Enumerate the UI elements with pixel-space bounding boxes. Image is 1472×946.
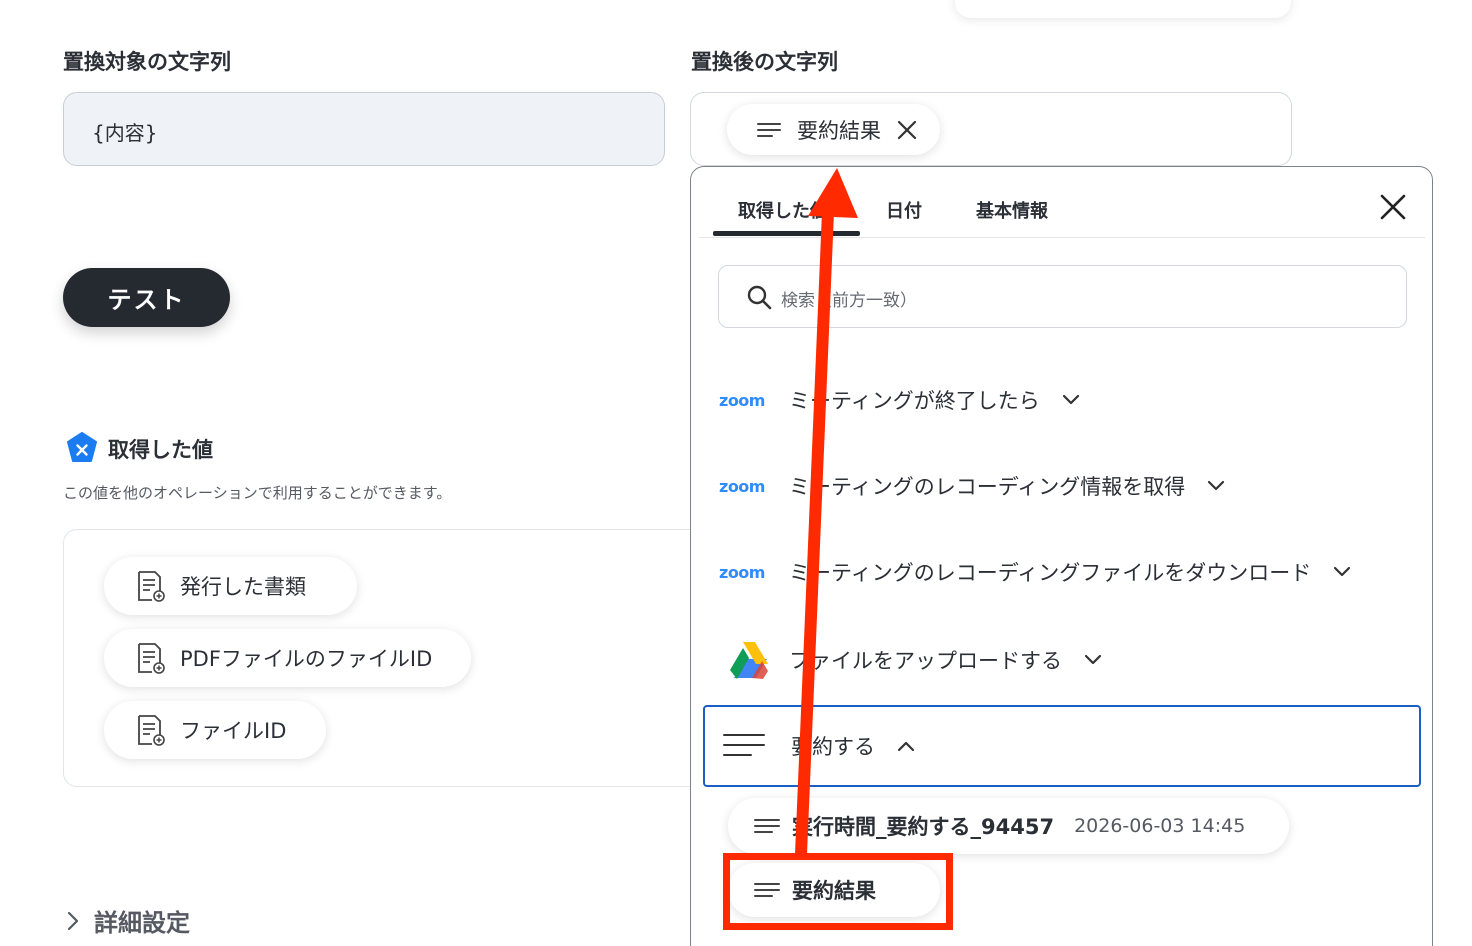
document-add-icon	[138, 643, 165, 674]
previous-card	[955, 0, 1291, 18]
acquired-values-panel: 発行した書類 PDFファイルのファイルID ファイルID	[63, 529, 763, 787]
value-chip-label: ファイルID	[180, 719, 287, 743]
acquired-values-description: この値を他のオペレーションで利用することができます。	[63, 484, 452, 502]
text-lines-icon	[757, 122, 781, 138]
annotation-highlight-box	[723, 853, 953, 930]
detail-settings-label: 詳細設定	[94, 909, 190, 937]
target-string-input[interactable]: {内容}	[63, 92, 665, 166]
yoom-badge-icon	[67, 432, 97, 462]
sub-item-timestamp: 2026-06-03 14:45	[1074, 815, 1246, 837]
chevron-down-icon	[1084, 654, 1102, 665]
target-string-value: {内容}	[92, 121, 158, 145]
value-chip-file-id[interactable]: ファイルID	[104, 701, 326, 759]
annotation-arrow-icon	[795, 168, 858, 855]
result-chip-label: 要約結果	[797, 118, 881, 143]
text-lines-icon	[754, 819, 780, 833]
chevron-up-icon	[897, 741, 915, 752]
replacement-string-label: 置換後の文字列	[691, 50, 838, 74]
value-chip-label: 発行した書類	[180, 575, 306, 599]
value-chip-issued-document[interactable]: 発行した書類	[104, 557, 357, 615]
document-add-icon	[138, 715, 165, 746]
tab-date[interactable]: 日付	[886, 197, 922, 223]
acquired-values-title: 取得した値	[108, 438, 213, 462]
remove-chip-icon[interactable]	[897, 120, 917, 140]
test-button[interactable]: テスト	[63, 268, 230, 327]
tab-basic-info[interactable]: 基本情報	[976, 197, 1048, 223]
summarize-lines-icon	[723, 734, 765, 756]
chevron-right-icon	[67, 911, 79, 930]
chevron-down-icon	[1334, 566, 1351, 577]
operation-meeting-ended[interactable]: zoom ミーティングが終了したら	[719, 385, 1080, 415]
search-icon	[747, 285, 772, 310]
zoom-logo: zoom	[719, 476, 765, 496]
value-chip-label: PDFファイルのファイルID	[180, 647, 433, 671]
close-icon[interactable]	[1379, 193, 1407, 221]
zoom-logo: zoom	[719, 390, 765, 410]
value-chip-pdf-file-id[interactable]: PDFファイルのファイルID	[104, 629, 471, 687]
google-drive-icon	[730, 642, 768, 679]
target-string-label: 置換対象の文字列	[63, 50, 231, 74]
detail-settings-toggle[interactable]: 詳細設定	[66, 903, 190, 938]
chevron-down-icon	[1062, 394, 1079, 405]
chevron-down-icon	[1208, 480, 1225, 491]
operation-upload-file[interactable]: ファイルをアップロードする	[719, 638, 1102, 682]
replacement-string-input[interactable]: 要約結果	[690, 92, 1292, 166]
result-variable-chip[interactable]: 要約結果	[727, 104, 940, 155]
zoom-logo: zoom	[719, 562, 765, 582]
document-add-icon	[138, 571, 165, 602]
